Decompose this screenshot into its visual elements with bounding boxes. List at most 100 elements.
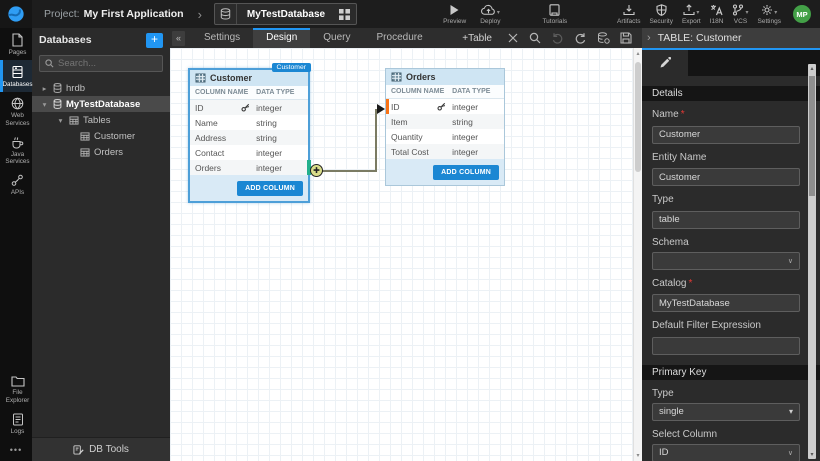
table-card-customer[interactable]: Customer Customer COLUMN NAMEDATA TYPE I…	[188, 68, 310, 203]
table-icon	[80, 132, 90, 141]
table-row[interactable]: ID integer	[386, 99, 504, 114]
delete-icon[interactable]	[507, 32, 519, 44]
project-name[interactable]: My First Application	[84, 8, 184, 20]
entity-name-field[interactable]	[652, 168, 800, 186]
collapse-left-panel-button[interactable]: «	[172, 31, 185, 46]
i18n-button[interactable]: I18N	[710, 3, 724, 25]
name-field[interactable]	[652, 126, 800, 144]
play-icon	[449, 3, 460, 16]
db-tools-icon	[73, 444, 84, 455]
table-name-badge: Customer	[272, 63, 311, 72]
export-button[interactable]: ▾ Export	[682, 3, 701, 25]
expander-collapsed-icon[interactable]: ▸	[40, 84, 49, 93]
globe-icon	[11, 97, 24, 110]
expander-expanded-icon[interactable]: ▾	[40, 100, 49, 109]
add-table-button[interactable]: +Table	[462, 33, 492, 44]
scroll-down-icon[interactable]: ▾	[808, 451, 816, 458]
scroll-up-icon[interactable]: ▴	[808, 65, 816, 72]
folder-icon	[11, 375, 25, 387]
table-row[interactable]: Orders integer	[190, 160, 308, 175]
add-column-button[interactable]: ADD COLUMN	[433, 165, 499, 180]
relationship-line	[320, 170, 377, 172]
tab-query[interactable]: Query	[310, 28, 363, 48]
table-card-orders[interactable]: Orders COLUMN NAMEDATA TYPE ID integer I…	[385, 68, 505, 186]
table-icon	[80, 148, 90, 157]
app-logo[interactable]	[0, 0, 32, 28]
table-card-header[interactable]: Orders	[386, 69, 504, 85]
scroll-down-icon[interactable]: ▾	[634, 452, 642, 459]
pk-type-select[interactable]: single ▾	[652, 403, 800, 421]
rail-item-web-services[interactable]: Web Services	[0, 92, 32, 130]
search-input[interactable]	[58, 58, 157, 69]
deploy-button[interactable]: ▾ Deploy	[480, 3, 500, 25]
database-workspace-tab[interactable]: MyTestDatabase	[214, 3, 357, 25]
scrollbar-thumb[interactable]	[809, 76, 815, 196]
select-column-select[interactable]: ID ∨	[652, 444, 800, 461]
tutorials-button[interactable]: Tutorials	[542, 3, 567, 25]
table-row[interactable]: Total Cost integer	[386, 144, 504, 159]
catalog-field[interactable]	[652, 294, 800, 312]
tree-item-hrdb[interactable]: ▸ hrdb	[32, 80, 170, 96]
database-tab-label: MyTestDatabase	[237, 9, 339, 20]
user-avatar[interactable]: MP	[793, 5, 811, 23]
artifacts-button[interactable]: Artifacts	[617, 3, 640, 25]
collapse-right-panel-icon[interactable]: ›	[647, 32, 651, 44]
redo-icon[interactable]	[574, 32, 587, 44]
edit-tab[interactable]	[642, 50, 688, 76]
required-asterisk: *	[688, 278, 692, 289]
db-tools-button[interactable]: DB Tools	[32, 437, 170, 461]
gear-icon	[761, 4, 773, 16]
branch-icon	[732, 4, 744, 16]
tab-procedure[interactable]: Procedure	[364, 28, 436, 48]
table-row[interactable]: Name string	[190, 115, 308, 130]
type-field[interactable]	[652, 211, 800, 229]
table-inspector-panel: › TABLE: Customer Details Name* Entity N…	[642, 28, 820, 461]
rail-item-file-explorer[interactable]: File Explorer	[0, 370, 32, 407]
security-button[interactable]: Security	[649, 3, 672, 25]
scroll-up-icon[interactable]: ▴	[634, 50, 642, 57]
field-label: Select Column	[652, 429, 800, 440]
table-row[interactable]: Quantity integer	[386, 129, 504, 144]
table-icon	[69, 116, 79, 125]
tree-item-customer[interactable]: Customer	[32, 128, 170, 144]
tab-design[interactable]: Design	[253, 28, 310, 48]
rail-item-java-services[interactable]: Java Services	[0, 131, 32, 169]
save-icon[interactable]	[620, 32, 632, 44]
er-diagram-canvas[interactable]: Customer Customer COLUMN NAMEDATA TYPE I…	[170, 48, 642, 461]
zoom-search-icon[interactable]	[529, 32, 541, 44]
table-row[interactable]: Address string	[190, 130, 308, 145]
table-row[interactable]: ID integer	[190, 100, 308, 115]
more-options-icon[interactable]: •••	[0, 439, 32, 461]
add-database-button[interactable]: +	[146, 33, 163, 48]
relationship-line	[375, 109, 377, 172]
reimport-database-icon[interactable]	[597, 32, 610, 44]
settings-button[interactable]: ▾ Settings	[758, 3, 782, 25]
rail-item-pages[interactable]: Pages	[0, 28, 32, 60]
tree-item-tables[interactable]: ▾ Tables	[32, 112, 170, 128]
add-column-button[interactable]: ADD COLUMN	[237, 181, 303, 196]
undo-icon[interactable]	[551, 32, 564, 44]
schema-select[interactable]: ∨	[652, 252, 800, 270]
preview-button[interactable]: Preview	[443, 3, 466, 25]
rail-item-databases[interactable]: Databases	[0, 60, 32, 92]
canvas-vertical-scrollbar[interactable]: ▴ ▾	[633, 48, 642, 461]
drag-move-cursor-icon: ✚	[310, 164, 323, 177]
table-card-header[interactable]: Customer	[190, 70, 308, 86]
inspector-vertical-scrollbar[interactable]: ▴ ▾	[808, 64, 816, 459]
chevron-right-icon: ›	[198, 7, 202, 22]
design-workspace: « Settings Design Query Procedure +Table	[170, 28, 642, 461]
tree-item-orders[interactable]: Orders	[32, 144, 170, 160]
rail-item-logs[interactable]: Logs	[0, 408, 32, 439]
field-label: Default Filter Expression	[652, 320, 800, 331]
tree-item-mytestdatabase[interactable]: ▾ MyTestDatabase	[32, 96, 170, 112]
tab-settings[interactable]: Settings	[191, 28, 253, 48]
expander-expanded-icon[interactable]: ▾	[56, 116, 65, 125]
scrollbar-thumb[interactable]	[635, 62, 641, 172]
default-filter-field[interactable]	[652, 337, 800, 355]
table-row[interactable]: Item string	[386, 114, 504, 129]
grid-icon[interactable]	[339, 9, 350, 20]
vcs-button[interactable]: ▾ VCS	[732, 3, 748, 25]
table-row[interactable]: Contact integer	[190, 145, 308, 160]
rail-item-apis[interactable]: APIs	[0, 169, 32, 200]
search-box[interactable]	[39, 55, 163, 72]
